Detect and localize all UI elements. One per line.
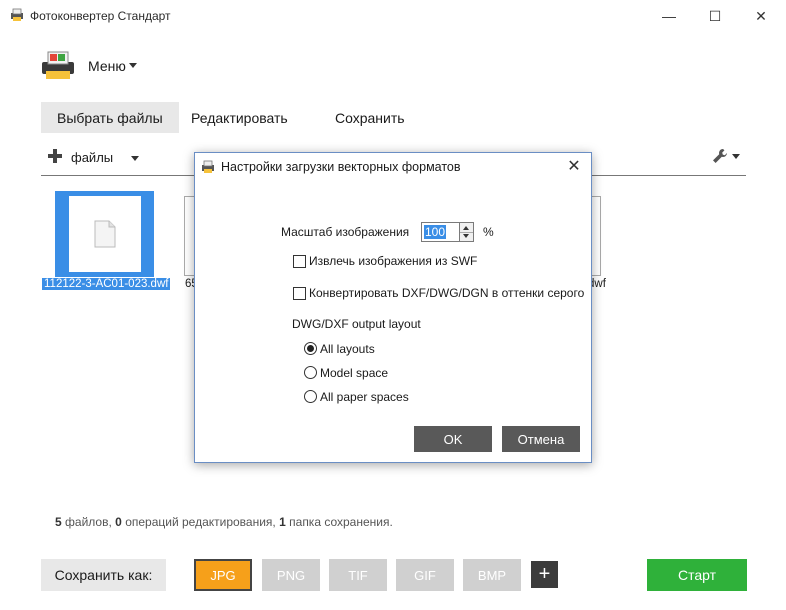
file-name[interactable]: 112122-3-AC01-023.dwf — [42, 278, 171, 290]
scale-label: Масштаб изображения — [281, 225, 410, 239]
files-text: файлов, — [65, 515, 112, 529]
format-gif-button[interactable]: GIF — [396, 559, 454, 591]
file-thumbnail[interactable] — [55, 191, 154, 277]
extract-swf-checkbox[interactable] — [293, 255, 306, 268]
format-png-button[interactable]: PNG — [262, 559, 320, 591]
dialog-title: Настройки загрузки векторных форматов — [221, 160, 461, 174]
radio-paper-spaces-label[interactable]: All paper spaces — [320, 390, 409, 404]
vector-settings-dialog: Настройки загрузки векторных форматов ✕ … — [194, 152, 592, 463]
chevron-down-icon[interactable] — [131, 156, 139, 161]
ok-button[interactable]: OK — [414, 426, 492, 452]
add-format-button[interactable]: + — [531, 561, 558, 588]
menu-button[interactable]: Меню — [88, 58, 126, 74]
cancel-button[interactable]: Отмена — [502, 426, 580, 452]
scale-stepper[interactable] — [459, 222, 474, 242]
folders-count: 1 — [279, 515, 286, 529]
folders-text: папка сохранения. — [289, 515, 393, 529]
grayscale-label[interactable]: Конвертировать DXF/DWG/DGN в оттенки сер… — [309, 286, 584, 300]
format-tif-button[interactable]: TIF — [329, 559, 387, 591]
format-bmp-button[interactable]: BMP — [463, 559, 521, 591]
scale-value[interactable]: 100 — [424, 225, 447, 239]
close-icon[interactable]: ✕ — [565, 157, 583, 175]
format-jpg-button[interactable]: JPG — [194, 559, 252, 591]
tab-edit[interactable]: Редактировать — [175, 102, 304, 133]
extract-swf-label[interactable]: Извлечь изображения из SWF — [309, 254, 477, 268]
maximize-button[interactable]: ☐ — [692, 0, 738, 32]
tab-save[interactable]: Сохранить — [319, 102, 421, 133]
scale-input[interactable]: 100 — [421, 222, 461, 242]
minimize-button[interactable]: — — [646, 0, 692, 32]
edits-count: 0 — [115, 515, 122, 529]
radio-all-layouts-label[interactable]: All layouts — [320, 342, 375, 356]
save-as-label: Сохранить как: — [41, 559, 166, 591]
app-icon — [202, 160, 214, 173]
wrench-icon[interactable] — [712, 148, 728, 164]
radio-paper-spaces[interactable] — [304, 390, 317, 403]
add-icon[interactable] — [48, 149, 62, 163]
document-icon — [94, 220, 116, 248]
radio-model-space-label[interactable]: Model space — [320, 366, 388, 380]
spin-down-icon[interactable] — [463, 234, 469, 238]
status-bar: 5 файлов, 0 операций редактирования, 1 п… — [55, 515, 393, 529]
window-title: Фотоконвертер Стандарт — [30, 9, 171, 23]
add-files-button[interactable]: файлы — [71, 150, 113, 165]
chevron-down-icon[interactable] — [129, 63, 137, 68]
app-logo-icon — [42, 51, 74, 79]
percent-unit: % — [483, 225, 494, 239]
grayscale-checkbox[interactable] — [293, 287, 306, 300]
close-window-button[interactable]: ✕ — [738, 0, 784, 32]
app-icon — [11, 8, 23, 21]
spin-up-icon[interactable] — [463, 226, 469, 230]
files-count: 5 — [55, 515, 62, 529]
edits-text: операций редактирования, — [125, 515, 276, 529]
title-bar: Фотоконвертер Стандарт — ☐ ✕ — [0, 0, 786, 32]
layout-heading: DWG/DXF output layout — [292, 317, 421, 331]
radio-all-layouts[interactable] — [304, 342, 317, 355]
start-button[interactable]: Старт — [647, 559, 747, 591]
chevron-down-icon[interactable] — [732, 154, 740, 159]
radio-model-space[interactable] — [304, 366, 317, 379]
tab-select-files[interactable]: Выбрать файлы — [41, 102, 179, 133]
